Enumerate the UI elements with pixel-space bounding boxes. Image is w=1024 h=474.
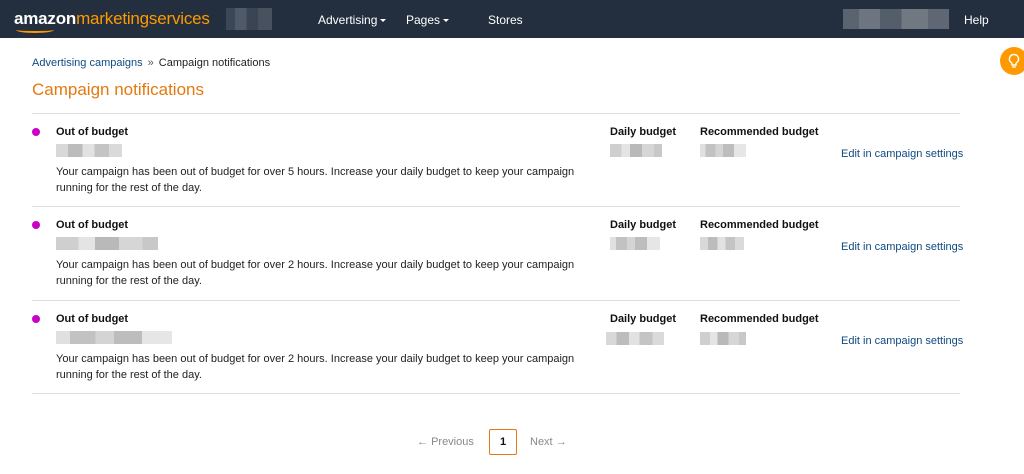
status-dot-icon: [32, 221, 40, 229]
edit-campaign-settings-link[interactable]: Edit in campaign settings: [841, 148, 963, 160]
breadcrumb-advertising-campaigns[interactable]: Advertising campaigns: [32, 57, 143, 69]
campaign-name-redacted[interactable]: [56, 144, 122, 157]
logo-secondary: marketingservices: [76, 9, 210, 28]
nav-pages[interactable]: Pages: [406, 13, 450, 27]
logo-primary: amazon: [14, 9, 77, 28]
pagination-next[interactable]: Next →: [530, 436, 567, 448]
pagination-next-label: Next: [530, 436, 553, 448]
notification-message: Your campaign has been out of budget for…: [56, 166, 575, 194]
top-nav-bar: amazonmarketingservices Advertising Page…: [0, 0, 1024, 38]
caret-down-icon: [380, 19, 387, 23]
notification-message: Your campaign has been out of budget for…: [56, 259, 575, 287]
nav-pages-label: Pages: [406, 13, 441, 27]
nav-advertising[interactable]: Advertising: [318, 13, 387, 27]
notification-row: Out of budget Your campaign has been out…: [32, 301, 963, 394]
recommended-budget-value-redacted: [700, 332, 746, 345]
campaign-name-redacted[interactable]: [56, 237, 158, 250]
notification-message: Your campaign has been out of budget for…: [56, 353, 575, 381]
status-dot-icon: [32, 315, 40, 323]
pagination-previous-label: Previous: [431, 436, 474, 448]
breadcrumb-separator: »: [147, 57, 154, 69]
edit-campaign-settings-link[interactable]: Edit in campaign settings: [841, 241, 963, 253]
logo-smile-icon: [16, 27, 54, 33]
recommended-budget-value-redacted: [700, 144, 746, 157]
recommended-budget-value-redacted: [700, 237, 744, 250]
daily-budget-label: Daily budget: [610, 313, 677, 325]
notification-title: Out of budget: [56, 219, 129, 231]
edit-campaign-settings-link[interactable]: Edit in campaign settings: [841, 335, 963, 347]
daily-budget-value-redacted: [610, 144, 662, 157]
breadcrumb-current: Campaign notifications: [158, 57, 271, 69]
daily-budget-value-redacted: [606, 332, 664, 345]
recommended-budget-label: Recommended budget: [700, 219, 819, 231]
nav-stores-label: Stores: [488, 13, 523, 27]
breadcrumb: Advertising campaigns » Campaign notificat…: [32, 57, 270, 69]
recommended-budget-label: Recommended budget: [700, 126, 819, 138]
pagination-page-current[interactable]: 1: [489, 429, 517, 455]
arrow-right-icon: →: [555, 436, 567, 448]
notification-title: Out of budget: [56, 126, 129, 138]
notification-row: Out of budget Your campaign has been out…: [32, 207, 963, 300]
user-account-redacted[interactable]: [843, 9, 949, 29]
notification-row: Out of budget Your campaign has been out…: [32, 114, 963, 207]
caret-down-icon: [443, 19, 450, 23]
nav-advertising-label: Advertising: [318, 13, 378, 27]
campaign-name-redacted[interactable]: [56, 331, 172, 344]
divider: [32, 393, 960, 394]
status-dot-icon: [32, 128, 40, 136]
help-link[interactable]: Help: [964, 13, 989, 27]
daily-budget-label: Daily budget: [610, 219, 677, 231]
account-selector-redacted[interactable]: [226, 8, 272, 30]
nav-stores[interactable]: Stores: [488, 13, 523, 27]
page-title: Campaign notifications: [32, 80, 204, 99]
daily-budget-value-redacted: [610, 237, 660, 250]
pagination-previous[interactable]: ← Previous: [417, 436, 474, 448]
lightbulb-icon: [1008, 53, 1020, 68]
lightbulb-button[interactable]: [1000, 47, 1024, 75]
amazon-marketing-services-logo[interactable]: amazonmarketingservices: [14, 9, 210, 33]
recommended-budget-label: Recommended budget: [700, 313, 819, 325]
daily-budget-label: Daily budget: [610, 126, 677, 138]
notification-title: Out of budget: [56, 313, 129, 325]
arrow-left-icon: ←: [417, 436, 428, 448]
